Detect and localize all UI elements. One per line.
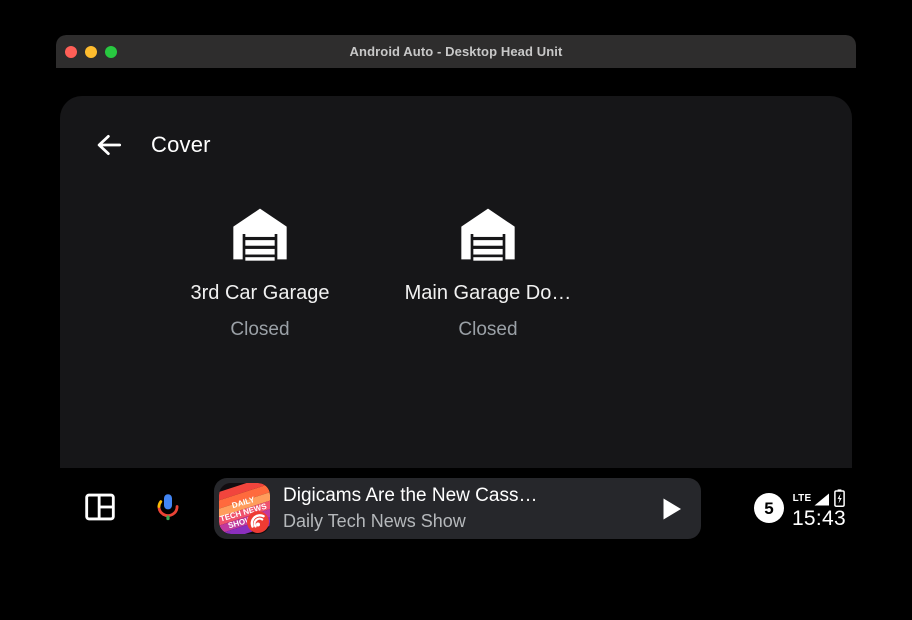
album-art: DAILY TECH NEWS SHOW bbox=[219, 483, 270, 534]
cover-tile-status: Closed bbox=[458, 319, 518, 340]
page-title: Cover bbox=[151, 132, 211, 157]
network-status: LTE bbox=[793, 492, 831, 507]
media-title: Digicams Are the New Cass… bbox=[283, 484, 538, 506]
garage-door-icon bbox=[233, 208, 287, 261]
media-card[interactable]: DAILY TECH NEWS SHOW Digicams Are the Ne… bbox=[214, 478, 701, 539]
cover-tile[interactable]: 3rd Car Garage Closed bbox=[156, 202, 364, 341]
app-header: Cover bbox=[92, 128, 211, 162]
album-art-daily-tech-news-show-icon: DAILY TECH NEWS SHOW bbox=[219, 483, 270, 534]
back-button[interactable] bbox=[92, 128, 126, 162]
window-title: Android Auto - Desktop Head Unit bbox=[349, 44, 563, 59]
clock: 15:43 bbox=[791, 507, 846, 530]
assistant-button[interactable] bbox=[140, 479, 196, 535]
notification-badge[interactable]: 5 bbox=[753, 493, 784, 523]
window-controls bbox=[65, 35, 117, 68]
desktop-background: Android Auto - Desktop Head Unit Cover 3… bbox=[0, 0, 912, 620]
cover-tile[interactable]: Main Garage Do… Closed bbox=[384, 202, 592, 341]
arrow-left-icon bbox=[97, 134, 122, 156]
media-subtitle: Daily Tech News Show bbox=[283, 511, 466, 532]
window-titlebar: Android Auto - Desktop Head Unit bbox=[56, 35, 856, 68]
cover-tile-status: Closed bbox=[230, 319, 290, 340]
app-window: Android Auto - Desktop Head Unit Cover 3… bbox=[56, 35, 856, 546]
network-type-label: LTE bbox=[792, 493, 812, 504]
apps-grid-icon bbox=[85, 493, 115, 521]
app-content-panel: Cover 3rd Car Garage Closed Main Garage … bbox=[60, 96, 852, 498]
signal-bars-icon bbox=[814, 493, 830, 506]
status-right: LTE 15:43 bbox=[792, 487, 846, 529]
cover-tile-label: Main Garage Do… bbox=[404, 282, 572, 304]
assistant-mic-icon bbox=[157, 494, 179, 521]
head-unit-body: Cover 3rd Car Garage Closed Main Garage … bbox=[56, 68, 856, 546]
media-text: Digicams Are the New Cass… Daily Tech Ne… bbox=[283, 484, 641, 534]
play-icon bbox=[663, 498, 681, 519]
minimize-window-button[interactable] bbox=[85, 45, 97, 58]
maximize-window-button[interactable] bbox=[105, 45, 117, 58]
nav-bar: DAILY TECH NEWS SHOW Digicams Are the Ne… bbox=[56, 468, 856, 546]
garage-door-icon bbox=[461, 208, 515, 261]
play-button[interactable] bbox=[641, 478, 701, 539]
status-icons: LTE bbox=[793, 487, 846, 507]
apps-launcher-button[interactable] bbox=[72, 479, 128, 535]
cover-tile-grid: 3rd Car Garage Closed Main Garage Do… Cl bbox=[156, 202, 592, 341]
close-window-button[interactable] bbox=[65, 45, 77, 58]
cover-tile-label: 3rd Car Garage bbox=[190, 282, 330, 304]
status-cluster: 5 LTE 15:43 bbox=[753, 480, 846, 536]
battery-charging-icon bbox=[834, 489, 846, 507]
